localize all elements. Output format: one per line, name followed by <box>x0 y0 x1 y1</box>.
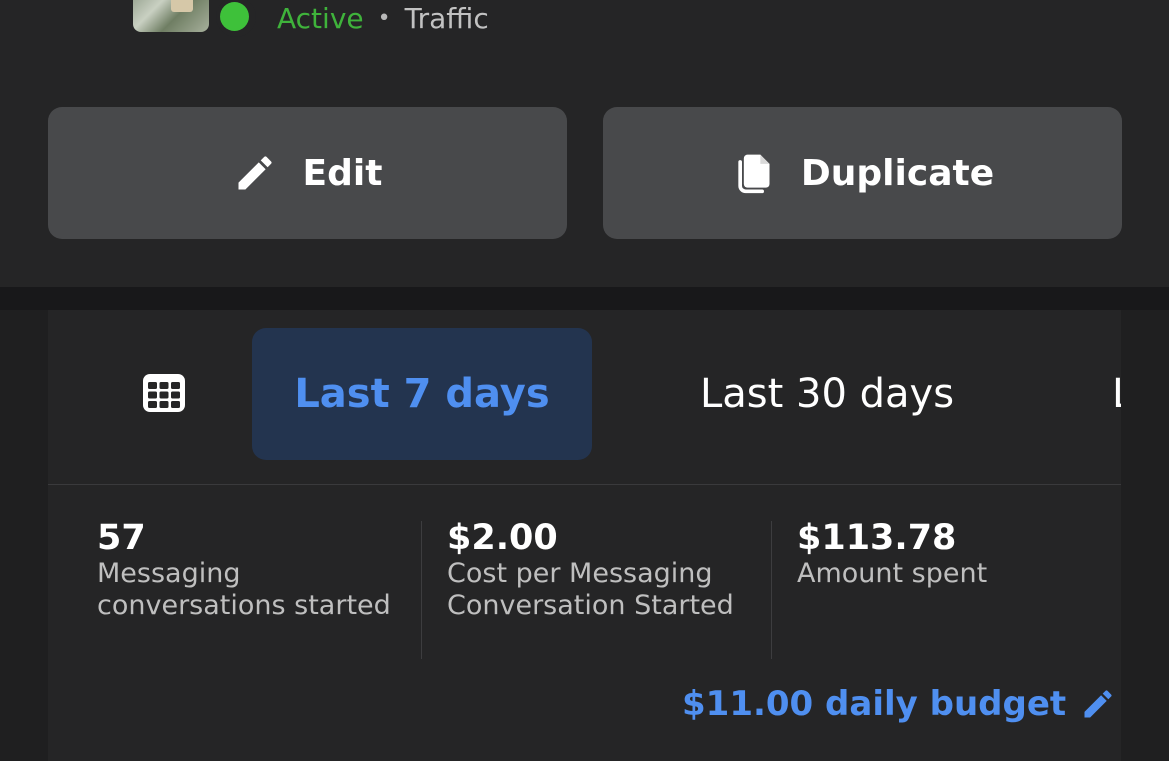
duplicate-button-label: Duplicate <box>800 152 995 194</box>
objective-text: Traffic <box>404 1 489 35</box>
metric-cost-per-conversation: $2.00 Cost per Messaging Conversation St… <box>447 518 777 622</box>
date-range-picker-button[interactable] <box>136 370 192 420</box>
edit-button[interactable]: Edit <box>48 107 567 239</box>
metric-value: 57 <box>97 518 146 558</box>
pencil-icon <box>1080 686 1116 722</box>
metric-amount-spent: $113.78 Amount spent <box>797 518 1117 590</box>
pencil-icon <box>233 151 277 195</box>
metric-value: $113.78 <box>797 518 957 558</box>
status-text: Active <box>277 1 364 35</box>
ad-header: Active • Traffic Edit Duplicate <box>0 0 1169 287</box>
daily-budget-link[interactable]: $11.00 daily budget <box>682 682 1116 726</box>
tab-last-30-days[interactable]: Last 30 days <box>648 328 1006 460</box>
tab-next-partial[interactable]: L <box>1112 328 1121 460</box>
edit-button-label: Edit <box>302 152 383 194</box>
section-divider <box>0 287 1169 310</box>
metric-separator <box>421 521 422 659</box>
calendar-icon <box>142 373 186 417</box>
copy-icon <box>731 151 775 195</box>
ad-detail-screen: Active • Traffic Edit Duplicate Last 7 d… <box>0 0 1169 761</box>
metric-messaging-conversations: 57 Messaging conversations started <box>97 518 417 622</box>
tabs-divider <box>48 484 1121 485</box>
active-status-dot <box>216 0 256 37</box>
metric-label: Cost per Messaging Conversation Started <box>447 558 734 621</box>
metric-label: Amount spent <box>797 558 988 589</box>
status-separator: • <box>377 5 391 31</box>
duplicate-button[interactable]: Duplicate <box>603 107 1122 239</box>
ad-thumbnail[interactable] <box>133 0 209 32</box>
metric-separator <box>771 521 772 659</box>
ad-status-line: Active • Traffic <box>277 0 489 38</box>
metric-label: Messaging conversations started <box>97 558 391 621</box>
daily-budget-label: $11.00 daily budget <box>682 684 1067 724</box>
tab-last-7-days[interactable]: Last 7 days <box>252 328 592 460</box>
insights-card: Last 7 days Last 30 days L 57 Messaging … <box>48 310 1121 761</box>
insights-section: Last 7 days Last 30 days L 57 Messaging … <box>0 310 1169 761</box>
metric-value: $2.00 <box>447 518 558 558</box>
